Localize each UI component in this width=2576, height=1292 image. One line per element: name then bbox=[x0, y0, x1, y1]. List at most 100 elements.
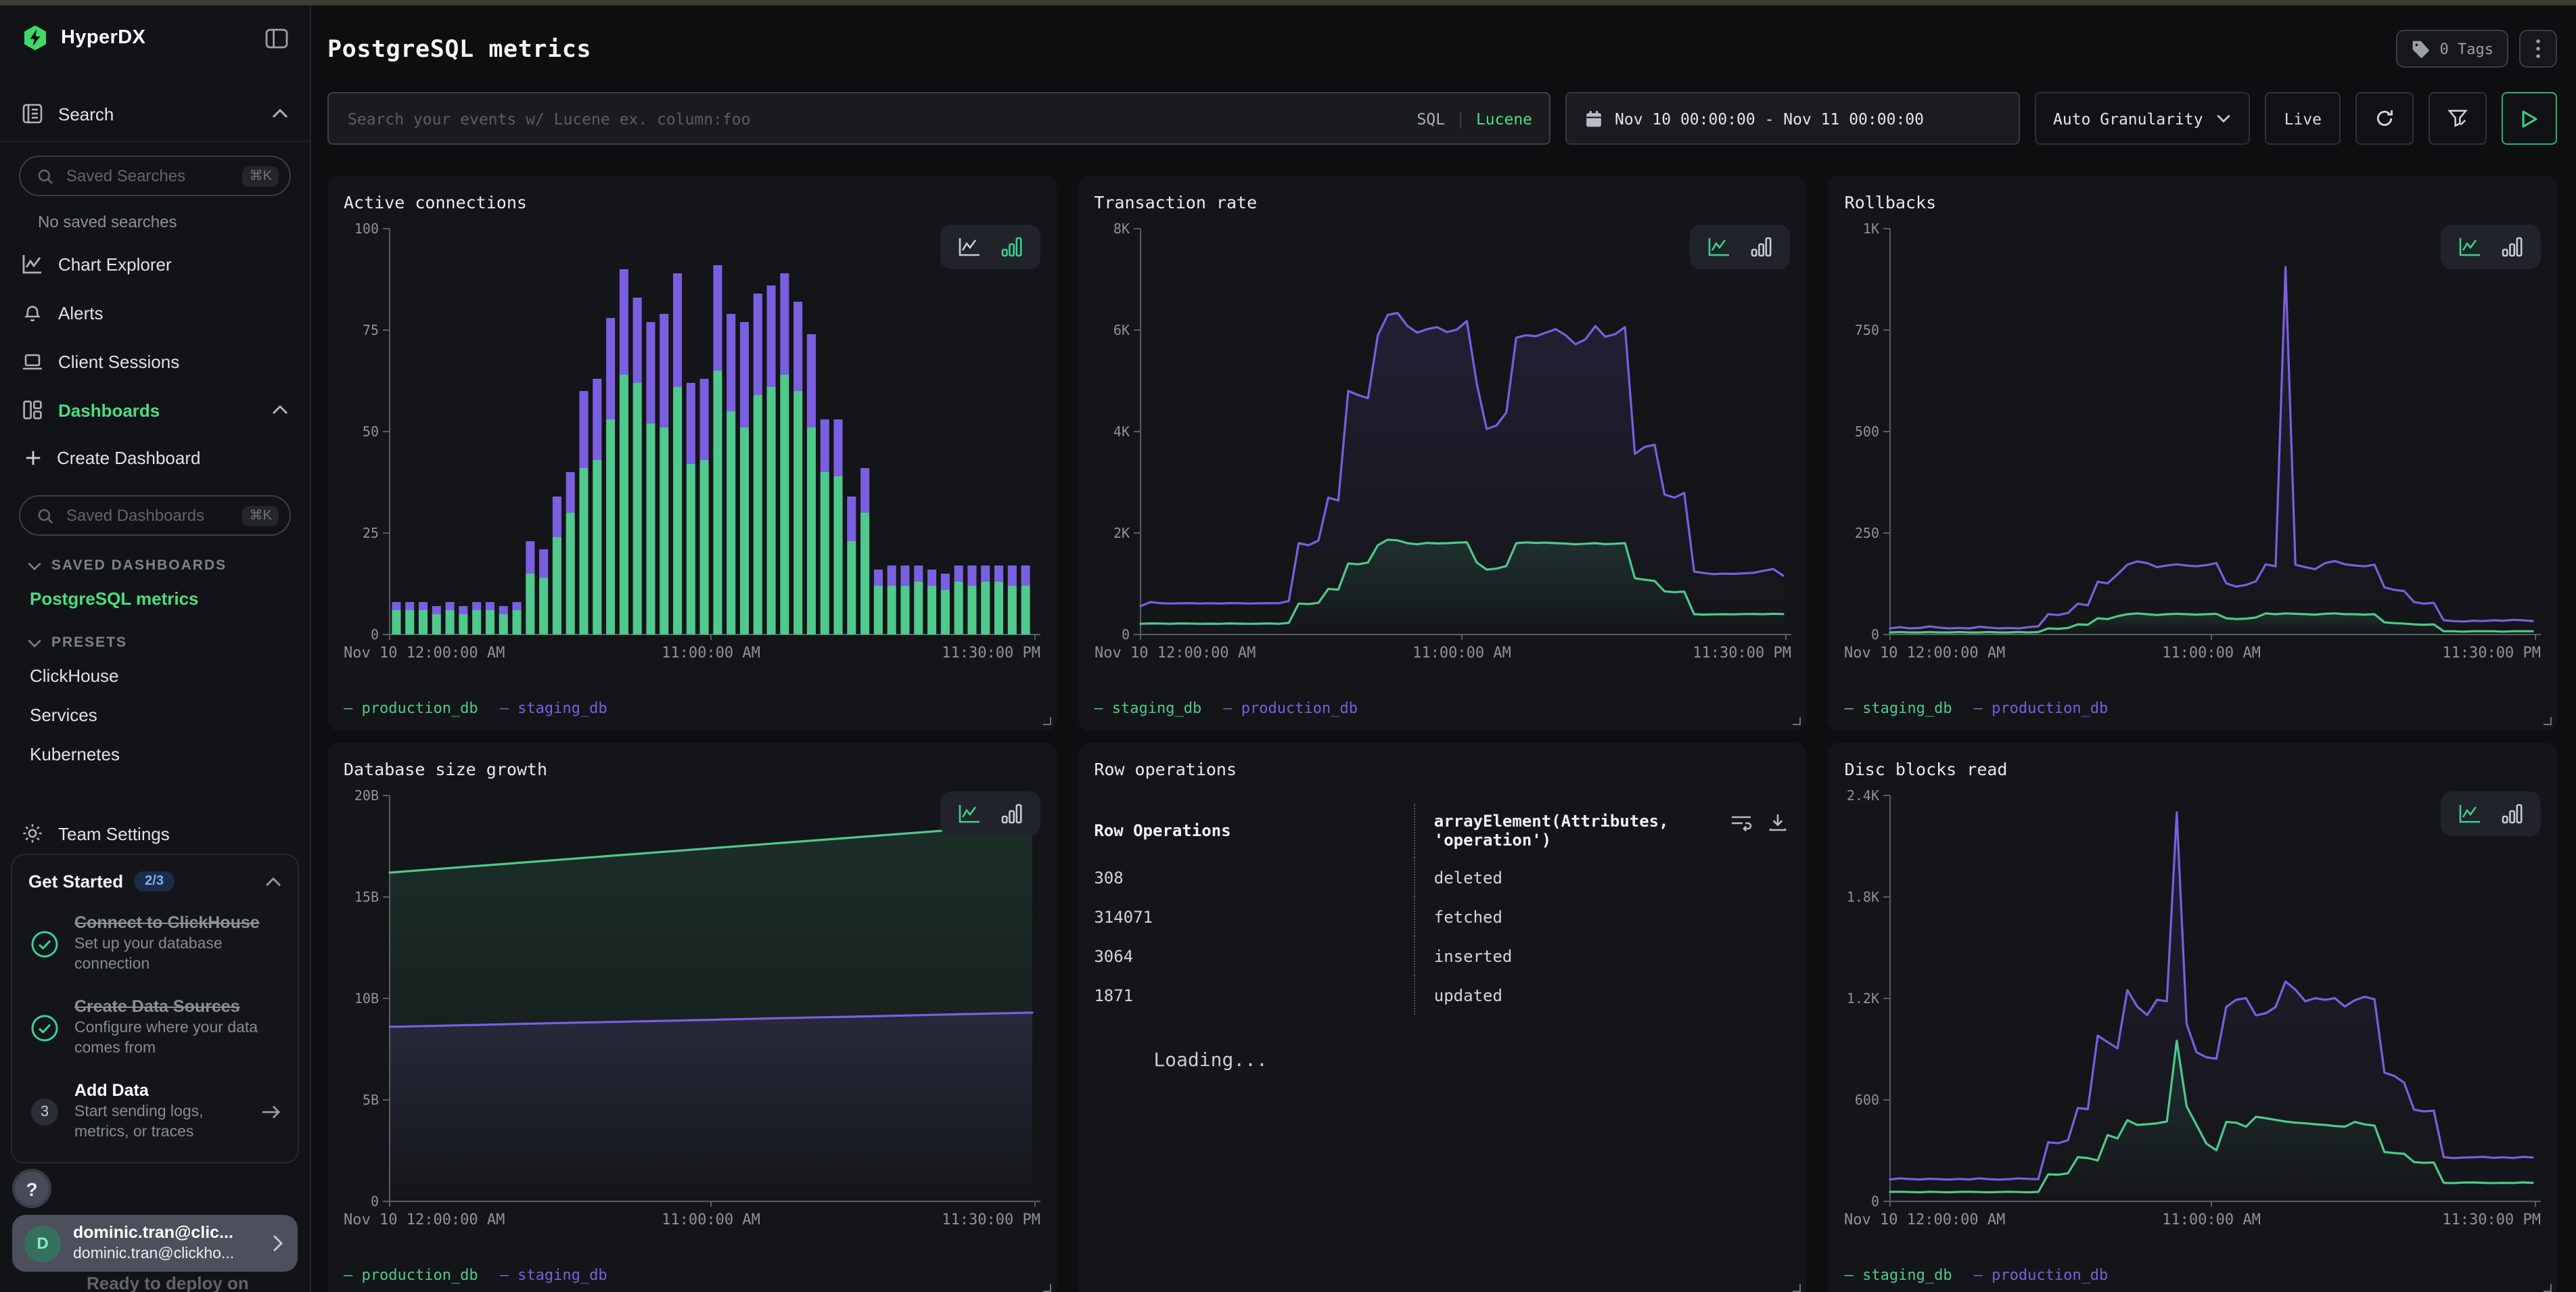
legend-item[interactable]: — staging_db bbox=[500, 699, 607, 717]
svg-text:0: 0 bbox=[371, 1193, 379, 1209]
line-chart-icon[interactable] bbox=[957, 237, 980, 257]
sidebar-preset-clickhouse[interactable]: ClickHouse bbox=[0, 656, 310, 695]
laptop-icon bbox=[22, 350, 43, 372]
granularity-select[interactable]: Auto Granularity bbox=[2034, 92, 2251, 145]
sidebar-preset-kubernetes[interactable]: Kubernetes bbox=[0, 735, 310, 774]
saved-dashboards-input[interactable] bbox=[64, 505, 233, 526]
event-search-input[interactable] bbox=[345, 108, 1417, 129]
bell-icon bbox=[22, 302, 43, 323]
refresh-icon bbox=[2374, 108, 2395, 129]
table-row[interactable]: 314071fetched bbox=[1094, 897, 1790, 936]
saved-dashboards-section-toggle[interactable]: SAVED DASHBOARDS bbox=[0, 541, 310, 579]
user-menu[interactable]: D dominic.tran@clic... dominic.tran@clic… bbox=[12, 1215, 298, 1272]
sidebar-item-dashboards[interactable]: Dashboards bbox=[0, 386, 310, 434]
legend-item[interactable]: — production_db bbox=[1974, 699, 2109, 717]
chart-legend: — staging_db — production_db bbox=[1845, 1266, 2109, 1284]
svg-text:11:30:00 PM: 11:30:00 PM bbox=[942, 1212, 1040, 1228]
bar-chart-icon[interactable] bbox=[1001, 237, 1022, 257]
svg-text:11:30:00 PM: 11:30:00 PM bbox=[2443, 645, 2542, 662]
help-button[interactable]: ? bbox=[12, 1169, 51, 1208]
get-started-step-connect[interactable]: Connect to ClickHouse Set up your databa… bbox=[28, 913, 281, 975]
line-chart-icon[interactable] bbox=[2458, 804, 2481, 824]
create-dashboard-button[interactable]: Create Dashboard bbox=[0, 434, 310, 482]
chart-legend: — production_db — staging_db bbox=[344, 1266, 607, 1284]
sidebar-item-search[interactable]: Search bbox=[0, 89, 310, 142]
top-strip bbox=[0, 0, 2576, 5]
search-icon bbox=[37, 507, 54, 524]
bar-chart-icon[interactable] bbox=[1001, 804, 1022, 824]
chart-canvas[interactable]: 06001.2K1.8K2.4KNov 10 12:00:00 AM11:00:… bbox=[1845, 782, 2541, 1237]
saved-searches-input[interactable] bbox=[64, 165, 233, 187]
table-row[interactable]: 3064inserted bbox=[1094, 936, 1790, 975]
table-row[interactable]: 1871updated bbox=[1094, 975, 1790, 1015]
line-chart-icon[interactable] bbox=[1708, 237, 1731, 257]
date-range-picker[interactable]: Nov 10 00:00:00 - Nov 11 00:00:00 bbox=[1565, 92, 2019, 145]
lucene-mode-toggle[interactable]: Lucene bbox=[1476, 109, 1532, 128]
get-started-title: Get Started bbox=[28, 871, 123, 892]
calendar-icon bbox=[1584, 109, 1603, 128]
sidebar-dashboard-postgresql-metrics[interactable]: PostgreSQL metrics bbox=[0, 579, 310, 618]
refresh-button[interactable] bbox=[2355, 92, 2414, 145]
sidebar-collapse-icon[interactable] bbox=[262, 25, 291, 51]
live-button[interactable]: Live bbox=[2266, 92, 2341, 145]
kebab-menu-button[interactable] bbox=[2519, 30, 2557, 68]
chart-canvas[interactable]: 0255075100Nov 10 12:00:00 AM11:00:00 AM1… bbox=[344, 215, 1040, 670]
filter-button[interactable] bbox=[2429, 92, 2487, 145]
line-chart-icon[interactable] bbox=[2458, 237, 2481, 257]
svg-text:11:00:00 AM: 11:00:00 AM bbox=[1412, 645, 1511, 662]
tags-button[interactable]: 0 Tags bbox=[2397, 30, 2509, 68]
step-desc: Start sending logs, metrics, or traces bbox=[74, 1103, 248, 1143]
table-row[interactable]: 308deleted bbox=[1094, 858, 1790, 897]
journal-icon bbox=[22, 103, 43, 124]
step-desc: Configure where your data comes from bbox=[74, 1019, 281, 1059]
wrap-text-icon[interactable] bbox=[1731, 813, 1753, 832]
resize-handle[interactable] bbox=[1042, 717, 1051, 725]
user-email: dominic.tran@clickho... bbox=[73, 1244, 260, 1264]
legend-item[interactable]: — production_db bbox=[344, 1266, 478, 1284]
step-number-badge: 3 bbox=[31, 1098, 58, 1125]
chart-type-toggle bbox=[940, 791, 1040, 836]
sidebar-item-chart-explorer[interactable]: Chart Explorer bbox=[0, 239, 310, 288]
resize-handle[interactable] bbox=[1793, 717, 1801, 725]
legend-item[interactable]: — staging_db bbox=[1845, 699, 1952, 717]
chart-canvas[interactable]: 05B10B15B20BNov 10 12:00:00 AM11:00:00 A… bbox=[344, 782, 1040, 1237]
bar-chart-icon[interactable] bbox=[2502, 804, 2523, 824]
get-started-step-sources[interactable]: Create Data Sources Configure where your… bbox=[28, 997, 281, 1059]
panel-title: Transaction rate bbox=[1094, 176, 1790, 212]
resize-handle[interactable] bbox=[2544, 1284, 2552, 1292]
svg-text:0: 0 bbox=[1121, 626, 1129, 643]
filter-icon bbox=[2447, 108, 2468, 129]
line-chart-icon[interactable] bbox=[957, 804, 980, 824]
legend-item[interactable]: — production_db bbox=[344, 699, 478, 717]
sidebar-item-team-settings[interactable]: Team Settings bbox=[0, 809, 310, 858]
legend-item[interactable]: — production_db bbox=[1974, 1266, 2109, 1284]
sidebar-item-alerts[interactable]: Alerts bbox=[0, 288, 310, 337]
bar-chart-icon[interactable] bbox=[1751, 237, 1773, 257]
sidebar-preset-services[interactable]: Services bbox=[0, 695, 310, 735]
run-query-button[interactable] bbox=[2502, 92, 2557, 145]
legend-item[interactable]: — staging_db bbox=[1094, 699, 1201, 717]
chevron-up-icon[interactable] bbox=[265, 876, 281, 887]
legend-item[interactable]: — staging_db bbox=[500, 1266, 607, 1284]
sql-mode-toggle[interactable]: SQL bbox=[1417, 109, 1446, 128]
chevron-up-icon bbox=[272, 108, 288, 119]
svg-text:Nov 10 12:00:00 AM: Nov 10 12:00:00 AM bbox=[1845, 1212, 2006, 1228]
step-title: Create Data Sources bbox=[74, 997, 281, 1016]
get-started-step-add-data[interactable]: 3 Add Data Start sending logs, metrics, … bbox=[28, 1081, 281, 1143]
download-icon[interactable] bbox=[1769, 813, 1788, 832]
resize-handle[interactable] bbox=[1042, 1284, 1051, 1292]
sidebar-item-client-sessions[interactable]: Client Sessions bbox=[0, 337, 310, 386]
legend-item[interactable]: — production_db bbox=[1223, 699, 1358, 717]
column-header[interactable]: Row Operations bbox=[1094, 804, 1414, 858]
bar-chart-icon[interactable] bbox=[2502, 237, 2523, 257]
legend-item[interactable]: — staging_db bbox=[1845, 1266, 1952, 1284]
chart-canvas[interactable]: 02K4K6K8KNov 10 12:00:00 AM11:00:00 AM11… bbox=[1094, 215, 1790, 670]
resize-handle[interactable] bbox=[1793, 1284, 1801, 1292]
kbd-shortcut: ⌘K bbox=[243, 505, 279, 526]
gear-icon bbox=[22, 823, 43, 844]
plus-icon bbox=[24, 449, 42, 467]
presets-section-toggle[interactable]: PRESETS bbox=[0, 618, 310, 656]
chevron-down-icon bbox=[2217, 114, 2232, 123]
resize-handle[interactable] bbox=[2544, 717, 2552, 725]
chart-canvas[interactable]: 02505007501KNov 10 12:00:00 AM11:00:00 A… bbox=[1845, 215, 2541, 670]
